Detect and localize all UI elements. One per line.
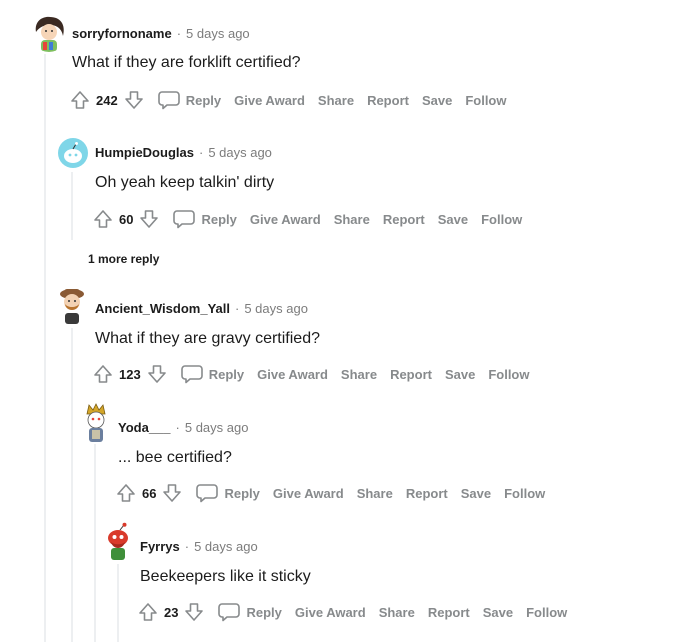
vote-count: 60 bbox=[119, 211, 134, 227]
comment-body: Oh yeah keep talkin' dirty bbox=[95, 174, 275, 191]
timestamp[interactable]: 5 days ago bbox=[244, 301, 308, 316]
separator: · bbox=[198, 145, 204, 160]
user-avatar[interactable] bbox=[58, 138, 88, 168]
upvote-arrow-icon[interactable] bbox=[114, 481, 138, 505]
reply-button[interactable]: Reply bbox=[157, 90, 222, 110]
author-name[interactable]: Fyrrys bbox=[140, 539, 180, 554]
follow-button[interactable]: Follow bbox=[504, 486, 545, 501]
comment-actions: 123 Reply Give Award Share Report Save F… bbox=[91, 362, 530, 386]
separator: · bbox=[234, 301, 240, 316]
reply-button[interactable]: Reply bbox=[218, 602, 282, 622]
report-button[interactable]: Report bbox=[390, 367, 432, 382]
downvote-arrow-icon[interactable] bbox=[122, 88, 146, 112]
timestamp[interactable]: 5 days ago bbox=[208, 145, 272, 160]
user-avatar[interactable] bbox=[80, 402, 112, 442]
reply-button[interactable]: Reply bbox=[196, 483, 260, 503]
comment-meta: sorryfornoname · 5 days ago bbox=[72, 26, 250, 41]
share-button[interactable]: Share bbox=[318, 93, 354, 108]
reply-button[interactable]: Reply bbox=[180, 364, 245, 384]
thread-line[interactable] bbox=[117, 564, 119, 642]
share-button[interactable]: Share bbox=[341, 367, 377, 382]
speech-bubble-icon bbox=[173, 210, 196, 229]
speech-bubble-icon bbox=[180, 365, 203, 384]
report-button[interactable]: Report bbox=[367, 93, 409, 108]
author-name[interactable]: Yoda___ bbox=[118, 420, 171, 435]
downvote-arrow-icon[interactable] bbox=[160, 481, 184, 505]
follow-button[interactable]: Follow bbox=[526, 605, 567, 620]
more-replies-link[interactable]: 1 more reply bbox=[88, 252, 159, 266]
comment-body: What if they are gravy certified? bbox=[95, 330, 320, 347]
upvote-arrow-icon[interactable] bbox=[91, 207, 115, 231]
follow-button[interactable]: Follow bbox=[465, 93, 506, 108]
comment-meta: Yoda___ · 5 days ago bbox=[118, 420, 248, 435]
save-button[interactable]: Save bbox=[483, 605, 513, 620]
user-avatar[interactable] bbox=[102, 522, 134, 560]
author-name[interactable]: Ancient_Wisdom_Yall bbox=[95, 301, 230, 316]
comment-body: What if they are forklift certified? bbox=[72, 54, 301, 71]
downvote-arrow-icon[interactable] bbox=[137, 207, 161, 231]
save-button[interactable]: Save bbox=[461, 486, 491, 501]
give-award-button[interactable]: Give Award bbox=[273, 486, 344, 501]
reply-label: Reply bbox=[224, 485, 260, 501]
save-button[interactable]: Save bbox=[422, 93, 452, 108]
share-button[interactable]: Share bbox=[379, 605, 415, 620]
vote-count: 66 bbox=[142, 485, 157, 501]
separator: · bbox=[175, 420, 180, 435]
vote-count: 23 bbox=[164, 604, 179, 620]
user-avatar[interactable] bbox=[30, 14, 68, 52]
separator: · bbox=[184, 539, 190, 554]
follow-button[interactable]: Follow bbox=[481, 212, 522, 227]
comment-actions: 66 Reply Give Award Share Report Save Fo… bbox=[114, 481, 545, 505]
speech-bubble-icon bbox=[196, 484, 219, 503]
report-button[interactable]: Report bbox=[383, 212, 425, 227]
share-button[interactable]: Share bbox=[334, 212, 370, 227]
comment-body: Beekeepers like it sticky bbox=[140, 568, 311, 585]
comment-actions: 242 Reply Give Award Share Report Save F… bbox=[68, 88, 507, 112]
comment-actions: 60 Reply Give Award Share Report Save Fo… bbox=[91, 207, 522, 231]
report-button[interactable]: Report bbox=[406, 486, 448, 501]
thread-line[interactable] bbox=[71, 172, 73, 240]
reply-button[interactable]: Reply bbox=[173, 209, 237, 229]
reply-label: Reply bbox=[185, 92, 222, 108]
comment-meta: HumpieDouglas · 5 days ago bbox=[95, 145, 272, 160]
comment-meta: Ancient_Wisdom_Yall · 5 days ago bbox=[95, 301, 308, 316]
vote-count: 123 bbox=[119, 366, 141, 382]
separator: · bbox=[176, 26, 182, 41]
give-award-button[interactable]: Give Award bbox=[257, 367, 328, 382]
reply-label: Reply bbox=[246, 604, 282, 620]
reply-label: Reply bbox=[208, 366, 245, 382]
upvote-arrow-icon[interactable] bbox=[91, 362, 115, 386]
give-award-button[interactable]: Give Award bbox=[295, 605, 366, 620]
author-name[interactable]: HumpieDouglas bbox=[95, 145, 194, 160]
save-button[interactable]: Save bbox=[445, 367, 475, 382]
save-button[interactable]: Save bbox=[438, 212, 468, 227]
give-award-button[interactable]: Give Award bbox=[250, 212, 321, 227]
give-award-button[interactable]: Give Award bbox=[234, 93, 305, 108]
report-button[interactable]: Report bbox=[428, 605, 470, 620]
downvote-arrow-icon[interactable] bbox=[145, 362, 169, 386]
speech-bubble-icon bbox=[218, 603, 241, 622]
vote-count: 242 bbox=[96, 92, 118, 108]
user-avatar[interactable] bbox=[56, 286, 88, 324]
comment-actions: 23 Reply Give Award Share Report Save Fo… bbox=[136, 600, 567, 624]
timestamp[interactable]: 5 days ago bbox=[194, 539, 258, 554]
timestamp[interactable]: 5 days ago bbox=[186, 26, 250, 41]
comment-meta: Fyrrys · 5 days ago bbox=[140, 539, 258, 554]
comment-body: ... bee certified? bbox=[118, 449, 232, 466]
thread-line[interactable] bbox=[44, 54, 46, 642]
follow-button[interactable]: Follow bbox=[488, 367, 529, 382]
upvote-arrow-icon[interactable] bbox=[68, 88, 92, 112]
thread-line[interactable] bbox=[71, 328, 73, 642]
upvote-arrow-icon[interactable] bbox=[136, 600, 160, 624]
downvote-arrow-icon[interactable] bbox=[182, 600, 206, 624]
reply-label: Reply bbox=[201, 211, 237, 227]
thread-line[interactable] bbox=[94, 444, 96, 642]
author-name[interactable]: sorryfornoname bbox=[72, 26, 172, 41]
timestamp[interactable]: 5 days ago bbox=[185, 420, 249, 435]
share-button[interactable]: Share bbox=[357, 486, 393, 501]
speech-bubble-icon bbox=[157, 91, 180, 110]
